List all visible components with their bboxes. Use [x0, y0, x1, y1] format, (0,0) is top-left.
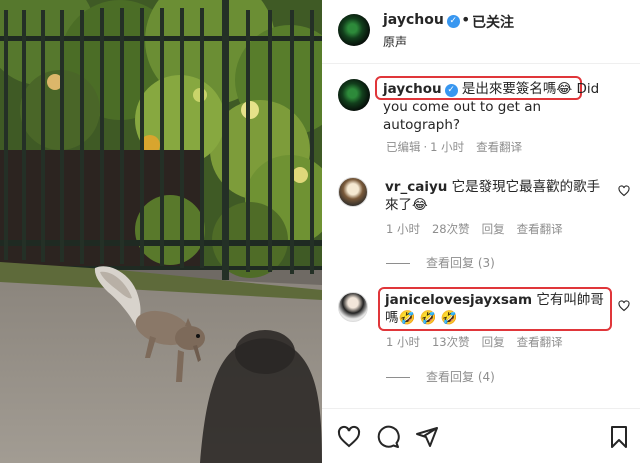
comment-username[interactable]: janicelovesjayxsam	[385, 292, 532, 308]
share-icon[interactable]	[415, 425, 439, 449]
comment-time: 1 小时	[386, 222, 420, 236]
verified-badge-icon: ✓	[444, 84, 458, 97]
follow-status-button[interactable]: 已关注	[472, 12, 514, 32]
heart-icon[interactable]	[337, 425, 361, 449]
meta-separator: ·	[423, 140, 428, 154]
comment-likes[interactable]: 13次赞	[432, 335, 470, 349]
avatar[interactable]	[338, 14, 370, 46]
comment-time: 1 小时	[386, 335, 420, 349]
translate-link[interactable]: 查看翻译	[517, 335, 563, 349]
comment-avatar[interactable]	[338, 292, 368, 322]
reply-link[interactable]: 回复	[482, 222, 505, 236]
separator-dot: •	[461, 10, 471, 29]
caption: jaychou ✓ 是出來要簽名嗎😂 Did you come out to ge…	[383, 80, 615, 134]
caption-avatar[interactable]	[338, 79, 370, 111]
reply-link[interactable]: 回复	[482, 335, 505, 349]
squirrel-photo	[0, 0, 322, 463]
divider	[386, 377, 410, 378]
view-replies-button[interactable]: 查看回复 (4)	[386, 368, 495, 385]
action-bar	[322, 408, 640, 463]
audio-label[interactable]: 原声	[383, 33, 407, 50]
caption-meta: 已编辑 · 1 小时 查看翻译	[386, 139, 534, 155]
comment: janicelovesjayxsam 它有叫帥哥嗎🤣 🤣 🤣	[385, 291, 607, 327]
comment-likes[interactable]: 28次赞	[432, 222, 470, 236]
verified-badge-icon: ✓	[446, 15, 460, 28]
post-photo	[0, 0, 322, 463]
view-replies-label[interactable]: 查看回复 (3)	[426, 256, 495, 270]
heart-icon[interactable]	[618, 185, 630, 197]
comment-username[interactable]: vr_caiyu	[385, 179, 447, 195]
heart-icon[interactable]	[618, 300, 630, 312]
view-replies-button[interactable]: 查看回复 (3)	[386, 254, 495, 271]
post-header: jaychou ✓ • 已关注 原声	[322, 0, 640, 64]
view-replies-label[interactable]: 查看回复 (4)	[426, 370, 495, 384]
comment-avatar[interactable]	[338, 177, 368, 207]
translate-link[interactable]: 查看翻译	[517, 222, 563, 236]
post-username[interactable]: jaychou ✓	[383, 12, 460, 28]
divider	[386, 263, 410, 264]
comment-meta: 1 小时 28次赞 回复 查看翻译	[386, 221, 575, 237]
post-details-panel: jaychou ✓ • 已关注 原声 jaychou ✓ 是出來要簽名嗎😂 Did …	[322, 0, 640, 463]
edited-label: 已编辑	[386, 140, 421, 154]
comment-icon[interactable]	[376, 425, 400, 449]
translate-link[interactable]: 查看翻译	[476, 140, 522, 154]
comment: vr_caiyu 它是發現它最喜歡的歌手來了😂	[385, 178, 605, 214]
comment-meta: 1 小时 13次赞 回复 查看翻译	[386, 334, 575, 350]
caption-username[interactable]: jaychou	[383, 81, 442, 97]
bookmark-icon[interactable]	[607, 425, 631, 449]
username-link[interactable]: jaychou	[383, 12, 444, 28]
caption-time: 1 小时	[430, 140, 465, 154]
